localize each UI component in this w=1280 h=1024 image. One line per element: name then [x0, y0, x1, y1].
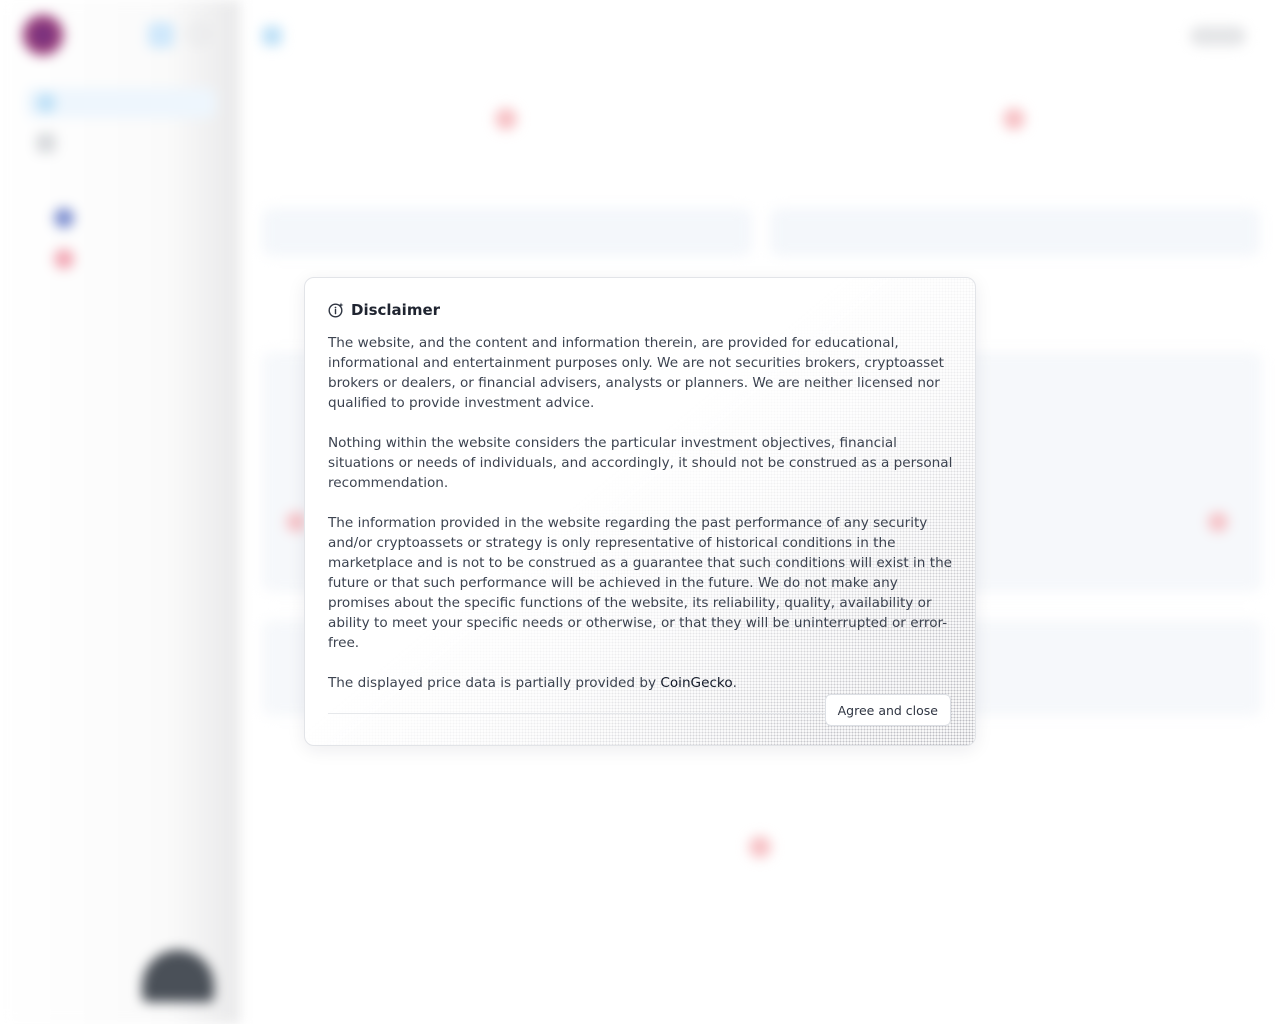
disclaimer-paragraph-3: The information provided in the website … — [328, 515, 953, 651]
sidebar-item-active[interactable] — [26, 88, 216, 118]
price-data-note: The displayed price data is partially pr… — [328, 673, 956, 693]
info-sparkle-icon — [328, 302, 344, 318]
status-icon — [1208, 512, 1228, 532]
nav-icon — [54, 249, 74, 269]
error-icon — [495, 108, 517, 130]
nav-icon — [36, 133, 56, 153]
coingecko-link[interactable]: CoinGecko — [660, 675, 732, 691]
modal-body: The website, and the content and informa… — [328, 333, 956, 693]
status-icon — [286, 512, 306, 532]
disclaimer-paragraph-2: Nothing within the website considers the… — [328, 435, 953, 491]
nav-icon — [36, 93, 56, 113]
price-note-suffix: . — [732, 675, 737, 691]
app-logo[interactable] — [22, 14, 64, 56]
sidebar-item-3[interactable] — [44, 203, 214, 233]
error-message-3 — [620, 836, 900, 870]
disclaimer-paragraph-1: The website, and the content and informa… — [328, 335, 944, 411]
search-icon[interactable] — [188, 24, 208, 44]
sidebar-item-2[interactable] — [26, 128, 216, 158]
avatar[interactable] — [142, 950, 214, 1002]
sidebar-toggle-icon[interactable] — [148, 22, 174, 48]
error-icon — [749, 836, 771, 858]
panel-right — [770, 208, 1260, 256]
error-icon — [1003, 108, 1025, 130]
page-icon — [262, 26, 282, 46]
nav-icon — [54, 208, 74, 228]
error-message-2 — [874, 108, 1154, 142]
panel-left — [262, 208, 752, 256]
sidebar — [0, 0, 240, 1024]
modal-title: Disclaimer — [351, 301, 441, 319]
error-message-1 — [366, 108, 646, 142]
agree-and-close-button[interactable]: Agree and close — [824, 694, 951, 726]
sidebar-item-4[interactable] — [44, 244, 214, 274]
price-note-prefix: The displayed price data is partially pr… — [328, 675, 661, 691]
topbar-select[interactable] — [1190, 26, 1246, 46]
disclaimer-modal: Disclaimer The website, and the content … — [304, 277, 976, 746]
modal-header: Disclaimer — [328, 299, 951, 321]
